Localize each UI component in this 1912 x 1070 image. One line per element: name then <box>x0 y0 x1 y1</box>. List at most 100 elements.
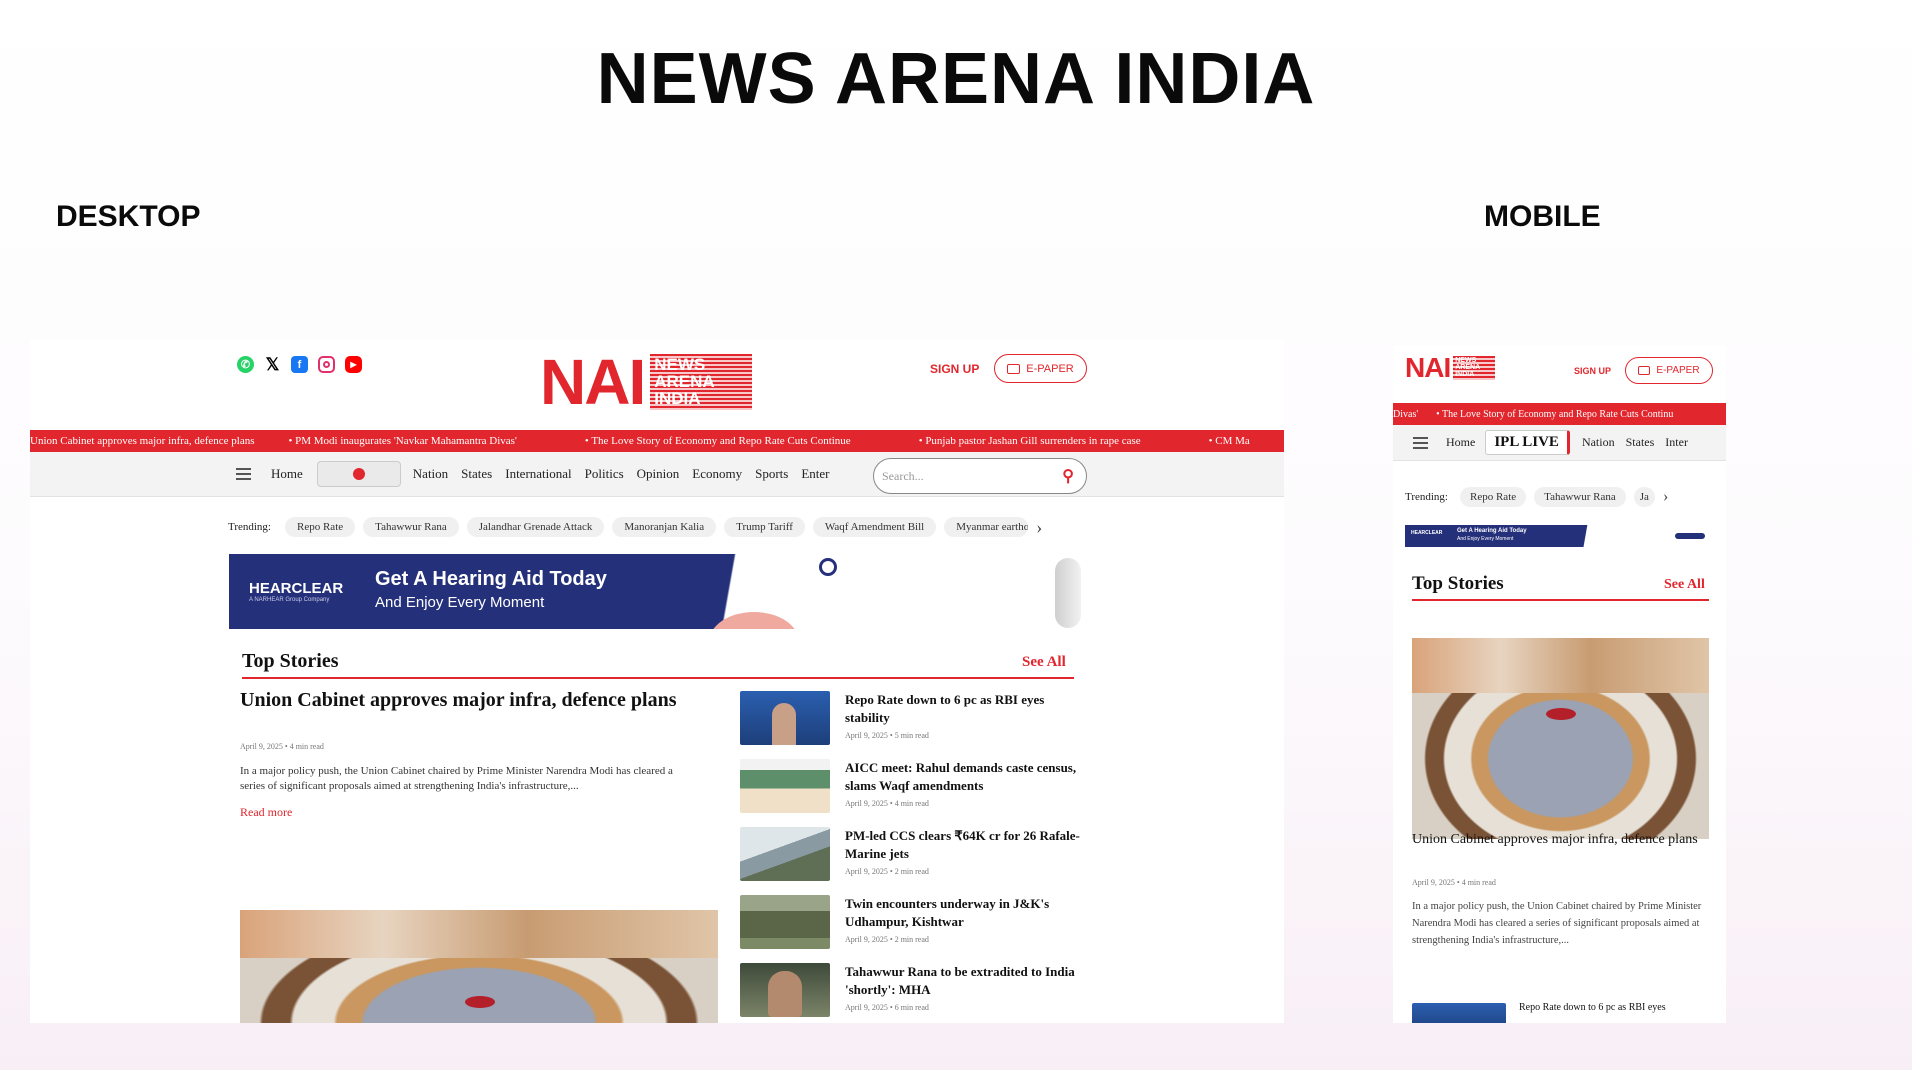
newspaper-icon <box>1007 363 1021 374</box>
mobile-epaper-button[interactable]: E-PAPER <box>1625 357 1713 384</box>
logo-wordmark: NEWS ARENA INDIA <box>650 354 753 410</box>
ticker-item[interactable]: • The Love Story of Economy and Repo Rat… <box>585 435 885 447</box>
mobile-lead-image[interactable] <box>1412 638 1709 839</box>
site-logo[interactable]: NAI NEWS ARENA INDIA <box>540 350 753 414</box>
cricket-ball-icon <box>352 468 365 480</box>
nav-item-international[interactable]: Inter <box>1665 435 1688 450</box>
nav-item-nation[interactable]: Nation <box>1582 435 1615 450</box>
instagram-icon[interactable] <box>318 356 335 373</box>
ad-brand: HEARCLEAR <box>249 580 344 597</box>
section-rule <box>1412 599 1709 601</box>
nav-item-nation[interactable]: Nation <box>413 466 448 482</box>
trending-chip[interactable]: Waqf Amendment Bill <box>812 517 937 537</box>
search-input[interactable]: Search... <box>882 469 924 484</box>
ticker-item[interactable]: Divas' <box>1393 409 1418 420</box>
side-story[interactable]: Repo Rate down to 6 pc as RBI eyes stabi… <box>740 691 1090 759</box>
ad-headline: Get A Hearing Aid Today <box>1457 528 1527 534</box>
lead-meta: April 9, 2025 • 4 min read <box>240 742 324 751</box>
menu-icon[interactable] <box>236 468 251 480</box>
mobile-trending-bar: Trending: Repo Rate Tahawwur Rana Ja › <box>1405 486 1715 508</box>
ticker-item[interactable]: • The Love Story of Economy and Repo Rat… <box>1436 409 1707 420</box>
mobile-next-story-headline[interactable]: Repo Rate down to 6 pc as RBI eyes <box>1519 1002 1666 1013</box>
ad-banner[interactable]: HEARCLEAR A NARHEAR Group Company Get A … <box>229 554 1087 629</box>
ipl-live-badge[interactable]: IPL LIVE <box>1485 430 1570 455</box>
story-thumbnail <box>740 691 830 745</box>
ad-brand: HEARCLEAR <box>1411 530 1443 536</box>
people-row <box>240 910 718 958</box>
table-centerpiece <box>465 996 495 1008</box>
trending-chip[interactable]: Repo Rate <box>1460 487 1527 507</box>
nav-item-states[interactable]: States <box>461 466 492 482</box>
section-rule <box>242 677 1074 679</box>
story-thumbnail <box>740 963 830 1017</box>
nav-item-entertainment[interactable]: Enter <box>801 466 829 482</box>
side-story-meta: April 9, 2025 • 6 min read <box>845 1003 929 1012</box>
sign-up-link[interactable]: SIGN UP <box>930 362 979 376</box>
side-story-headline: Tahawwur Rana to be extradited to India … <box>845 964 1075 997</box>
top-stories-title: Top Stories <box>242 650 339 672</box>
side-story[interactable]: Twin encounters underway in J&K's Udhamp… <box>740 895 1090 963</box>
mobile-site-logo[interactable]: NAI NEWS ARENA INDIA <box>1405 354 1496 382</box>
mobile-logo-wordmark: NEWS ARENA INDIA <box>1453 356 1496 380</box>
chevron-right-icon[interactable]: › <box>1036 517 1042 538</box>
nav-item-opinion[interactable]: Opinion <box>637 466 680 482</box>
side-story[interactable]: PM-led CCS clears ₹64K cr for 26 Rafale-… <box>740 827 1090 895</box>
trending-chip[interactable]: Ja <box>1633 487 1655 507</box>
chevron-right-icon[interactable]: › <box>1663 488 1668 506</box>
ad-headline: Get A Hearing Aid Today <box>375 568 607 590</box>
main-nav: Home Nation States International Politic… <box>30 452 1284 497</box>
nav-home[interactable]: Home <box>271 466 303 482</box>
trending-chip[interactable]: Myanmar earthq <box>944 517 1029 537</box>
ticker-item[interactable]: Union Cabinet approves major infra, defe… <box>30 435 255 447</box>
facebook-icon[interactable]: f <box>291 356 308 373</box>
trending-chip[interactable]: Manoranjan Kalia <box>612 517 717 537</box>
lead-headline[interactable]: Union Cabinet approves major infra, defe… <box>240 686 680 714</box>
ticker-item[interactable]: • PM Modi inaugurates 'Navkar Mahamantra… <box>289 435 551 447</box>
side-story[interactable]: Tahawwur Rana to be extradited to India … <box>740 963 1090 1023</box>
side-story-meta: April 9, 2025 • 4 min read <box>845 799 929 808</box>
ticker-item[interactable]: • CM Ma <box>1209 435 1284 447</box>
trending-chip[interactable]: Tahawwur Rana <box>1534 487 1626 507</box>
side-story-headline: AICC meet: Rahul demands caste census, s… <box>845 760 1077 793</box>
trending-chip[interactable]: Repo Rate <box>285 517 356 537</box>
nav-item-international[interactable]: International <box>505 466 571 482</box>
mobile-see-all-link[interactable]: See All <box>1664 577 1705 593</box>
story-thumbnail <box>740 895 830 949</box>
trending-chip[interactable]: Jalandhar Grenade Attack <box>466 517 605 537</box>
nav-item-states[interactable]: States <box>1626 435 1655 450</box>
epaper-button[interactable]: E-PAPER <box>994 354 1087 383</box>
search-box[interactable]: Search... ⚲ <box>873 458 1087 494</box>
x-icon[interactable]: 𝕏 <box>264 355 281 374</box>
ticker-item[interactable]: • Punjab pastor Jashan Gill surrenders i… <box>919 435 1175 447</box>
whatsapp-icon[interactable]: ✆ <box>237 356 254 373</box>
lead-image[interactable] <box>240 910 718 1023</box>
mobile-lead-summary: In a major policy push, the Union Cabine… <box>1412 901 1702 946</box>
trending-chip[interactable]: Tahawwur Rana <box>363 517 459 537</box>
search-icon[interactable]: ⚲ <box>1062 466 1074 486</box>
table-centerpiece <box>1546 708 1576 720</box>
mobile-screenshot: NAI NEWS ARENA INDIA SIGN UP E-PAPER Div… <box>1393 345 1726 1023</box>
story-thumbnail <box>740 827 830 881</box>
nav-item-economy[interactable]: Economy <box>692 466 742 482</box>
mobile-ad-banner[interactable]: HEARCLEAR Get A Hearing Aid Today And En… <box>1405 525 1715 547</box>
side-story-meta: April 9, 2025 • 2 min read <box>845 867 929 876</box>
story-thumbnail[interactable] <box>1412 1003 1506 1023</box>
mobile-main-nav: Home IPL LIVE Nation States Inter <box>1393 425 1726 461</box>
ipl-live-badge[interactable] <box>316 461 401 487</box>
nav-item-sports[interactable]: Sports <box>755 466 788 482</box>
menu-icon[interactable] <box>1413 436 1428 449</box>
trending-chip[interactable]: Trump Tariff <box>724 517 805 537</box>
desktop-screenshot: ✆ 𝕏 f ▶ NAI NEWS ARENA INDIA SIGN UP E-P… <box>30 340 1284 1023</box>
nav-item-politics[interactable]: Politics <box>585 466 624 482</box>
mobile-news-ticker: Divas' • The Love Story of Economy and R… <box>1393 403 1726 425</box>
side-story-headline: PM-led CCS clears ₹64K cr for 26 Rafale-… <box>845 828 1080 861</box>
side-story-headline: Twin encounters underway in J&K's Udhamp… <box>845 896 1050 929</box>
see-all-link[interactable]: See All <box>1022 654 1066 671</box>
read-more-link[interactable]: Read more <box>240 805 292 820</box>
side-story[interactable]: AICC meet: Rahul demands caste census, s… <box>740 759 1090 827</box>
mobile-sign-up-link[interactable]: SIGN UP <box>1574 366 1611 376</box>
youtube-icon[interactable]: ▶ <box>345 356 362 373</box>
mobile-lead-headline[interactable]: Union Cabinet approves major infra, defe… <box>1412 830 1702 850</box>
nav-home[interactable]: Home <box>1446 435 1475 450</box>
ad-decor-ring <box>819 558 837 576</box>
